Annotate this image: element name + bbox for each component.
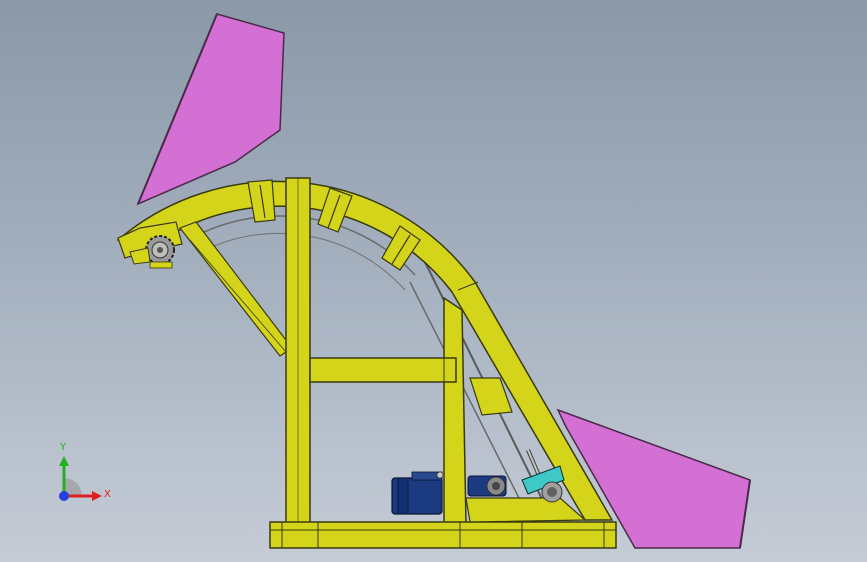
base-frame[interactable]: [269, 521, 617, 549]
x-axis-head: [92, 491, 102, 501]
coordinate-triad: Y X: [48, 440, 118, 510]
cad-viewport[interactable]: Y X: [0, 0, 867, 562]
z-axis-dot: [59, 491, 69, 501]
x-axis-label: X: [104, 489, 111, 500]
right-vertical-post[interactable]: [443, 296, 467, 525]
head-sprocket[interactable]: [145, 235, 175, 269]
conveyor-model[interactable]: [0, 0, 867, 562]
diagonal-strut[interactable]: [179, 221, 293, 357]
gear-reducer[interactable]: [467, 475, 507, 497]
y-axis-head: [59, 456, 69, 466]
horizontal-cross-beam[interactable]: [309, 357, 457, 383]
drive-motor[interactable]: [391, 471, 444, 515]
diagonal-strut-line: [189, 239, 287, 353]
y-axis-label: Y: [60, 442, 67, 453]
motor-mount-plate: [465, 497, 587, 523]
upper-hopper[interactable]: [136, 13, 285, 206]
